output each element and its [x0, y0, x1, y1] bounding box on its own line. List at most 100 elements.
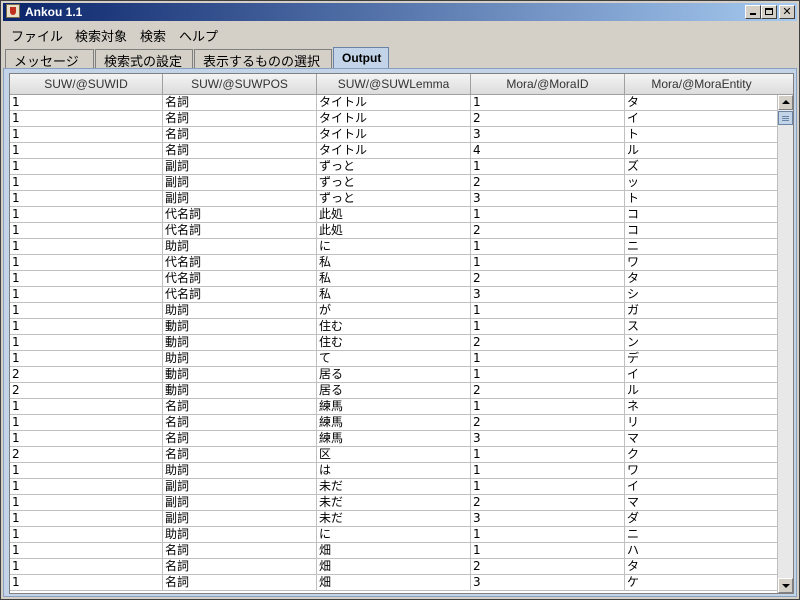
table-cell[interactable]: 副詞	[163, 511, 317, 527]
table-cell[interactable]: タ	[625, 95, 779, 111]
table-cell[interactable]: 3	[471, 127, 625, 143]
table-cell[interactable]: 2	[471, 223, 625, 239]
table-cell[interactable]: ワ	[625, 255, 779, 271]
table-cell[interactable]: イ	[625, 367, 779, 383]
table-cell[interactable]: 1	[10, 415, 163, 431]
table-cell[interactable]: 2	[471, 175, 625, 191]
close-button[interactable]: ✕	[779, 5, 795, 19]
table-cell[interactable]: ズ	[625, 159, 779, 175]
table-cell[interactable]: イ	[625, 479, 779, 495]
column-header-suwpos[interactable]: SUW/@SUWPOS	[163, 74, 317, 95]
table-cell[interactable]: 1	[471, 303, 625, 319]
table-cell[interactable]: 1	[10, 495, 163, 511]
table-cell[interactable]: 住む	[317, 319, 471, 335]
table-cell[interactable]: 1	[10, 95, 163, 111]
table-cell[interactable]: 3	[471, 287, 625, 303]
table-row[interactable]: 1 動詞 住む 2 ン	[10, 335, 779, 351]
table-cell[interactable]: ネ	[625, 399, 779, 415]
table-cell[interactable]: コ	[625, 223, 779, 239]
table-row[interactable]: 1 副詞 未だ 2 マ	[10, 495, 779, 511]
table-cell[interactable]: 1	[471, 527, 625, 543]
table-cell[interactable]: 代名詞	[163, 287, 317, 303]
table-cell[interactable]: 此処	[317, 207, 471, 223]
table-cell[interactable]: 名詞	[163, 111, 317, 127]
table-cell[interactable]: 居る	[317, 367, 471, 383]
menu-file[interactable]: ファイル	[11, 26, 63, 45]
maximize-button[interactable]	[761, 5, 777, 19]
table-cell[interactable]: 1	[471, 543, 625, 559]
table-cell[interactable]: 1	[471, 399, 625, 415]
table-row[interactable]: 1 名詞 練馬 3 マ	[10, 431, 779, 447]
table-cell[interactable]: 1	[10, 511, 163, 527]
table-cell[interactable]: リ	[625, 415, 779, 431]
table-cell[interactable]: 1	[471, 351, 625, 367]
table-cell[interactable]: 1	[10, 463, 163, 479]
table-cell[interactable]: ト	[625, 127, 779, 143]
table-cell[interactable]: 代名詞	[163, 223, 317, 239]
table-row[interactable]: 1 助詞に 1 ニ	[10, 239, 779, 255]
table-cell[interactable]: 1	[471, 463, 625, 479]
table-cell[interactable]: 私	[317, 287, 471, 303]
table-cell[interactable]: 此処	[317, 223, 471, 239]
table-cell[interactable]: 1	[471, 95, 625, 111]
table-cell[interactable]: に	[317, 239, 471, 255]
table-cell[interactable]: 畑	[317, 543, 471, 559]
table-cell[interactable]: 1	[10, 335, 163, 351]
scroll-thumb[interactable]	[778, 111, 793, 125]
table-cell[interactable]: 動詞	[163, 367, 317, 383]
column-header-moraid[interactable]: Mora/@MoraID	[471, 74, 625, 95]
table-cell[interactable]: 畑	[317, 559, 471, 575]
table-row[interactable]: 1 副詞 ずっと 1 ズ	[10, 159, 779, 175]
table-cell[interactable]: 2	[471, 383, 625, 399]
table-cell[interactable]: 副詞	[163, 175, 317, 191]
table-cell[interactable]: 1	[10, 159, 163, 175]
table-cell[interactable]: 2	[10, 447, 163, 463]
table-cell[interactable]: 1	[10, 191, 163, 207]
table-cell[interactable]: 3	[471, 431, 625, 447]
table-cell[interactable]: 1	[10, 175, 163, 191]
table-cell[interactable]: 1	[10, 479, 163, 495]
table-cell[interactable]: 名詞	[163, 143, 317, 159]
table-row[interactable]: 1 名詞 タイトル 1 タ	[10, 95, 779, 111]
table-cell[interactable]: 練馬	[317, 431, 471, 447]
table-row[interactable]: 1 名詞畑 1 ハ	[10, 543, 779, 559]
table-cell[interactable]: 1	[471, 159, 625, 175]
table-cell[interactable]: 名詞	[163, 399, 317, 415]
table-cell[interactable]: 助詞	[163, 239, 317, 255]
table-cell[interactable]: 未だ	[317, 511, 471, 527]
table-cell[interactable]: 名詞	[163, 127, 317, 143]
table-row[interactable]: 1 代名詞 此処 1 コ	[10, 207, 779, 223]
table-cell[interactable]: 1	[10, 559, 163, 575]
table-cell[interactable]: ガ	[625, 303, 779, 319]
table-cell[interactable]: 私	[317, 255, 471, 271]
table-cell[interactable]: 1	[471, 207, 625, 223]
table-cell[interactable]: タイトル	[317, 111, 471, 127]
table-row[interactable]: 1 副詞 ずっと 2 ッ	[10, 175, 779, 191]
table-cell[interactable]: ル	[625, 383, 779, 399]
table-cell[interactable]: タイトル	[317, 127, 471, 143]
table-cell[interactable]: 1	[10, 111, 163, 127]
table-row[interactable]: 1 代名詞 此処 2 コ	[10, 223, 779, 239]
table-cell[interactable]: 3	[471, 511, 625, 527]
table-cell[interactable]: は	[317, 463, 471, 479]
table-row[interactable]: 1 動詞 住む 1 ス	[10, 319, 779, 335]
table-row[interactable]: 2 動詞 居る 2 ル	[10, 383, 779, 399]
table-cell[interactable]: 副詞	[163, 479, 317, 495]
table-cell[interactable]: タイトル	[317, 95, 471, 111]
table-cell[interactable]: 3	[471, 575, 625, 591]
table-cell[interactable]: ニ	[625, 239, 779, 255]
table-cell[interactable]: デ	[625, 351, 779, 367]
table-cell[interactable]: ケ	[625, 575, 779, 591]
table-cell[interactable]: ス	[625, 319, 779, 335]
menu-help[interactable]: ヘルプ	[179, 26, 218, 45]
table-cell[interactable]: 名詞	[163, 543, 317, 559]
table-cell[interactable]: 2	[471, 271, 625, 287]
table-cell[interactable]: 1	[10, 223, 163, 239]
table-cell[interactable]: 1	[10, 431, 163, 447]
table-cell[interactable]: 4	[471, 143, 625, 159]
table-cell[interactable]: 1	[10, 303, 163, 319]
table-cell[interactable]: が	[317, 303, 471, 319]
table-cell[interactable]: 2	[471, 559, 625, 575]
table-cell[interactable]: 名詞	[163, 415, 317, 431]
table-row[interactable]: 1 名詞 練馬 2 リ	[10, 415, 779, 431]
